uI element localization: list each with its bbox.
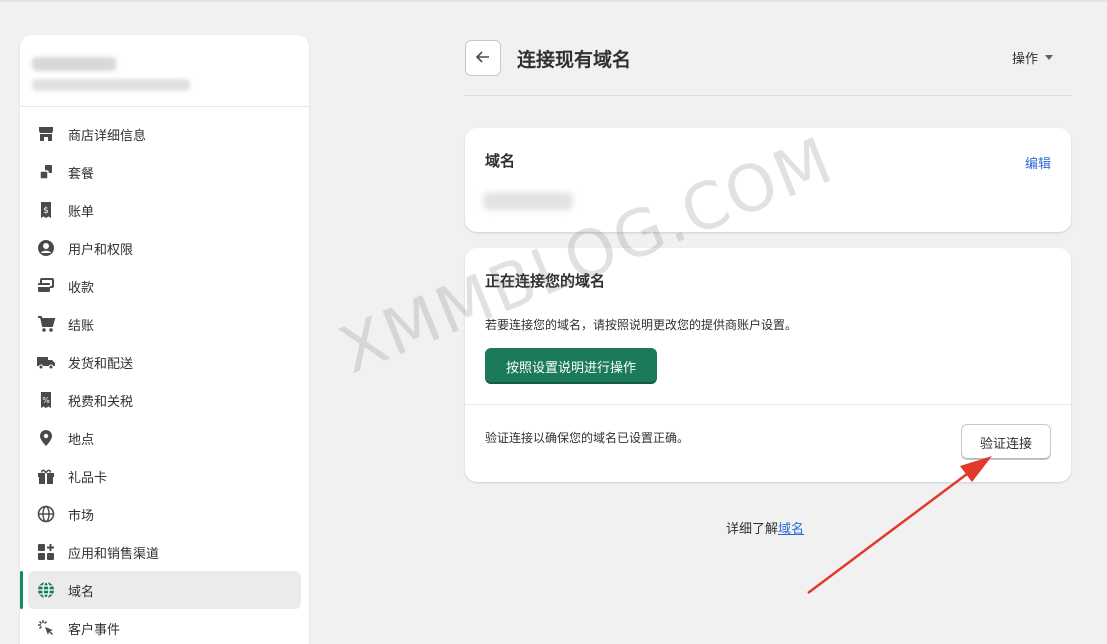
sidebar-item-customer-events[interactable]: 客户事件	[20, 609, 301, 644]
sidebar-item-label: 收款	[68, 280, 95, 296]
page-title: 连接现有域名	[517, 49, 632, 71]
sidebar-item-label: 税费和关税	[68, 394, 134, 410]
header-divider	[465, 95, 1071, 96]
billing-icon: $	[36, 200, 56, 220]
sidebar-item-label: 商店详细信息	[68, 128, 147, 144]
settings-nav: 商店详细信息 套餐 $ 账单 用户和权限 收款 结账 发货和配送 % 税费和关税…	[20, 107, 309, 644]
actions-menu[interactable]: 操作	[1012, 48, 1054, 67]
domain-value-redacted	[483, 192, 573, 210]
sidebar-item-locations[interactable]: 地点	[20, 419, 301, 457]
sidebar-item-label: 用户和权限	[68, 242, 134, 258]
sidebar-item-plan[interactable]: 套餐	[20, 153, 301, 191]
sidebar-item-label: 地点	[68, 432, 95, 448]
learn-more-prefix: 详细了解	[726, 522, 779, 537]
cart-icon	[36, 314, 56, 334]
verify-connection-button[interactable]: 验证连接	[961, 424, 1051, 460]
sidebar-item-store-details[interactable]: 商店详细信息	[20, 115, 301, 153]
svg-text:%: %	[42, 396, 50, 405]
domains-help-link[interactable]: 域名	[778, 522, 804, 537]
gift-icon	[36, 466, 56, 486]
connect-description: 若要连接您的域名，请按照说明更改您的提供商账户设置。	[485, 318, 798, 332]
store-url-redacted	[32, 79, 190, 91]
connect-domain-card: 正在连接您的域名 若要连接您的域名，请按照说明更改您的提供商账户设置。 按照设置…	[465, 248, 1071, 482]
top-border	[0, 0, 1107, 2]
store-icon	[36, 124, 56, 144]
sidebar-item-payments[interactable]: 收款	[20, 267, 301, 305]
sidebar-item-label: 客户事件	[68, 622, 121, 638]
sidebar-item-checkout[interactable]: 结账	[20, 305, 301, 343]
sidebar-item-users[interactable]: 用户和权限	[20, 229, 301, 267]
payments-icon	[36, 276, 56, 296]
actions-label: 操作	[1012, 52, 1039, 67]
sidebar-item-label: 套餐	[68, 166, 95, 182]
globe-icon	[36, 504, 56, 524]
arrow-left-icon	[475, 49, 491, 68]
learn-more-text: 详细了解域名	[726, 518, 804, 537]
truck-icon	[36, 352, 56, 372]
domain-globe-icon	[36, 580, 56, 600]
sidebar-item-domains[interactable]: 域名	[20, 571, 301, 609]
edit-link[interactable]: 编辑	[1025, 153, 1051, 172]
follow-instructions-button[interactable]: 按照设置说明进行操作	[485, 348, 657, 384]
store-name-redacted	[32, 57, 116, 71]
back-button[interactable]	[465, 40, 501, 76]
verify-description: 验证连接以确保您的域名已设置正确。	[485, 431, 690, 445]
domain-card-title: 域名	[485, 152, 516, 170]
caret-down-icon	[1044, 50, 1054, 65]
user-icon	[36, 238, 56, 258]
sidebar-item-label: 应用和销售渠道	[68, 546, 160, 562]
sidebar-item-label: 发货和配送	[68, 356, 134, 372]
sidebar-item-label: 域名	[68, 584, 95, 600]
domain-card: 域名 编辑	[465, 128, 1071, 232]
sidebar-item-shipping[interactable]: 发货和配送	[20, 343, 301, 381]
connect-card-title: 正在连接您的域名	[485, 272, 606, 290]
sidebar-item-gift-cards[interactable]: 礼品卡	[20, 457, 301, 495]
sidebar-item-label: 市场	[68, 508, 95, 524]
location-icon	[36, 428, 56, 448]
tax-icon: %	[36, 390, 56, 410]
sidebar-item-markets[interactable]: 市场	[20, 495, 301, 533]
sidebar-item-label: 账单	[68, 204, 95, 220]
sparkle-icon	[36, 618, 56, 638]
sidebar-item-apps[interactable]: 应用和销售渠道	[20, 533, 301, 571]
sidebar-item-billing[interactable]: $ 账单	[20, 191, 301, 229]
sidebar-item-label: 结账	[68, 318, 95, 334]
card-divider	[465, 404, 1071, 405]
store-header[interactable]	[20, 35, 309, 107]
plan-icon	[36, 162, 56, 182]
svg-text:$: $	[43, 206, 49, 216]
settings-sidebar: 商店详细信息 套餐 $ 账单 用户和权限 收款 结账 发货和配送 % 税费和关税…	[20, 35, 309, 644]
apps-icon	[36, 542, 56, 562]
sidebar-item-taxes[interactable]: % 税费和关税	[20, 381, 301, 419]
sidebar-item-label: 礼品卡	[68, 470, 108, 486]
